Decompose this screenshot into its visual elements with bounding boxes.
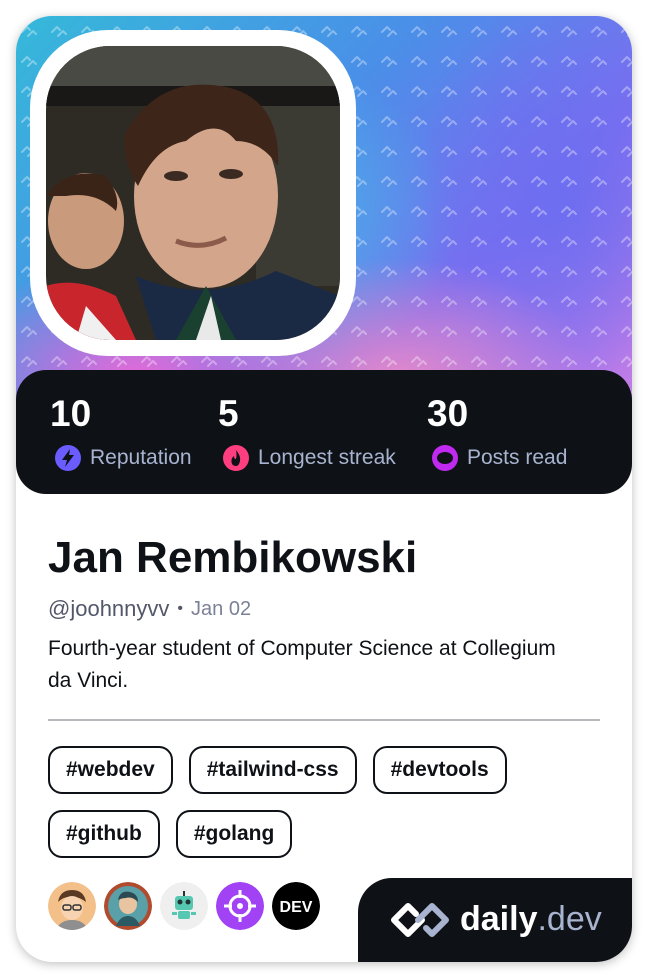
stats-bar: 10 Reputation 5 Longest streak 30 Posts … (16, 370, 632, 494)
flame-icon (223, 445, 249, 471)
reputation-label: Reputation (90, 446, 192, 469)
tag-devtools[interactable]: #devtools (372, 746, 507, 794)
profile-name: Jan Rembikowski (48, 533, 418, 582)
reputation-value: 10 (50, 393, 92, 434)
posts-read-value: 30 (427, 393, 469, 434)
profile-photo (46, 46, 340, 340)
tag-golang[interactable]: #golang (175, 810, 293, 858)
devcard: 10 Reputation 5 Longest streak 30 Posts … (16, 16, 632, 962)
dev-to-source[interactable]: DEV (272, 882, 320, 930)
separator-dot: • (177, 600, 184, 617)
tag-webdev[interactable]: #webdev (48, 746, 173, 794)
cover-background (16, 16, 632, 416)
tag-tailwind-css[interactable]: #tailwind-css (188, 746, 357, 794)
joined-date: Jan 02 (191, 598, 252, 620)
daily-dev-logo-icon (391, 903, 449, 937)
brand-dev: .dev (537, 900, 602, 938)
lightning-icon (55, 445, 81, 471)
robot-avatar-source[interactable] (160, 882, 208, 930)
profile-bio: Fourth-year student of Computer Science … (48, 637, 556, 692)
streak-label: Longest streak (258, 446, 396, 469)
stat-reputation: 10 Reputation (50, 392, 192, 472)
avatar-frame (30, 30, 356, 356)
divider (48, 719, 600, 721)
illustrated-avatar-source[interactable] (104, 882, 152, 930)
streak-value: 5 (218, 393, 239, 434)
tags-list: #webdev #tailwind-css #devtools #github … (48, 746, 588, 858)
developer-avatar-source[interactable] (48, 882, 96, 930)
crosshair-source[interactable] (216, 882, 264, 930)
brand-daily: daily (460, 900, 538, 938)
eye-ring-icon (432, 445, 458, 471)
sources-list: DEV (48, 882, 320, 930)
handle-row: @joohnnyvv • Jan 02 (48, 594, 251, 624)
dev-to-label: DEV (280, 899, 313, 916)
daily-dev-branding: daily.dev (358, 878, 632, 962)
tag-github[interactable]: #github (48, 810, 160, 858)
profile-handle: @joohnnyvv (48, 596, 170, 621)
daily-dev-wordmark: daily.dev (460, 898, 602, 940)
posts-read-label: Posts read (467, 446, 568, 469)
stat-posts-read: 30 Posts read (427, 392, 567, 472)
stat-longest-streak: 5 Longest streak (218, 392, 396, 472)
